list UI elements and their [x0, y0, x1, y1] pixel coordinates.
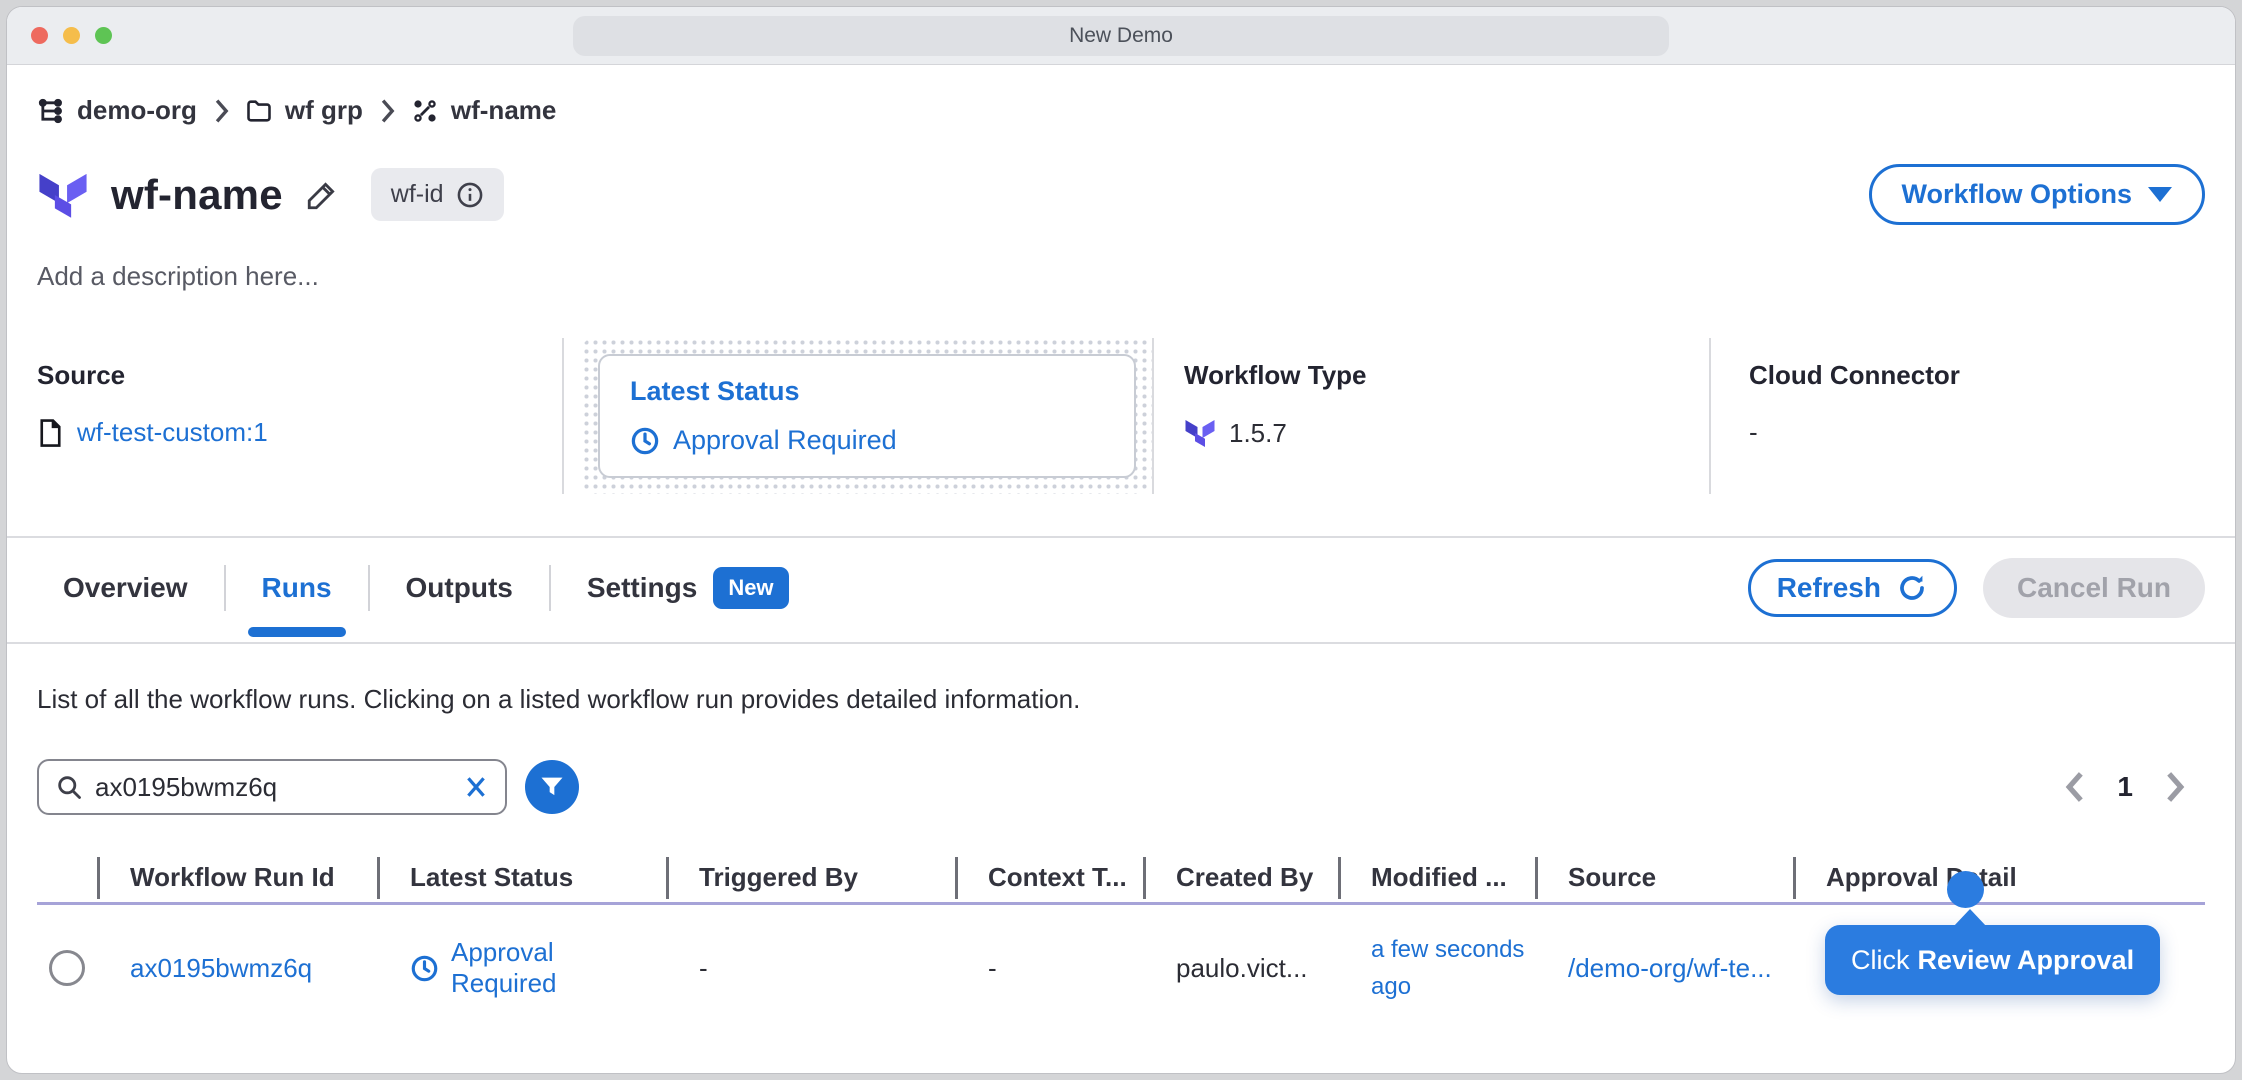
cloud-connector-value: -	[1749, 417, 1758, 448]
search-icon	[55, 773, 83, 801]
column-header: Workflow Run Id	[97, 857, 377, 899]
breadcrumb-org-label: demo-org	[77, 95, 197, 126]
chevron-right-icon	[377, 98, 397, 124]
tab-settings[interactable]: Settings New	[551, 567, 825, 609]
traffic-lights	[31, 27, 112, 44]
filter-button[interactable]	[525, 760, 579, 814]
tab-runs-label: Runs	[262, 572, 332, 604]
edit-pencil-icon[interactable]	[305, 178, 339, 212]
divider	[562, 338, 564, 494]
cancel-run-button[interactable]: Cancel Run	[1983, 558, 2205, 618]
org-icon	[37, 97, 65, 125]
terraform-logo-icon	[37, 169, 89, 221]
refresh-icon	[1896, 572, 1928, 604]
breadcrumb-workflow-label: wf-name	[451, 95, 556, 126]
pagination: 1	[2063, 771, 2187, 803]
window-title: New Demo	[573, 16, 1669, 56]
tooltip-action: Review Approval	[1918, 945, 2135, 976]
tab-overview-label: Overview	[63, 572, 188, 604]
row-triggered-by: -	[699, 953, 708, 984]
refresh-button[interactable]: Refresh	[1748, 559, 1957, 617]
column-header: Triggered By	[666, 857, 955, 899]
next-page-icon[interactable]	[2163, 771, 2187, 803]
page-number: 1	[2117, 771, 2133, 803]
terraform-small-icon	[1184, 417, 1216, 449]
breadcrumb-workflow[interactable]: wf-name	[411, 95, 556, 126]
column-header: Modified ...	[1338, 857, 1535, 899]
clock-pending-icon	[410, 954, 439, 983]
workflow-type-label: Workflow Type	[1184, 360, 1709, 391]
latest-status-card: Latest Status Approval Required	[598, 354, 1136, 478]
info-icon[interactable]	[456, 181, 484, 209]
workflow-icon	[411, 97, 439, 125]
clear-search-icon[interactable]	[463, 774, 489, 800]
cursor-indicator	[1947, 871, 1984, 908]
source-link[interactable]: wf-test-custom:1	[77, 417, 268, 448]
row-created-by: paulo.vict...	[1176, 953, 1308, 984]
table-header: Workflow Run Id Latest Status Triggered …	[37, 853, 2205, 905]
refresh-label: Refresh	[1777, 572, 1881, 604]
new-badge: New	[713, 567, 788, 609]
column-header: Source	[1535, 857, 1793, 899]
chevron-down-icon	[2148, 187, 2172, 202]
workflow-type-value: 1.5.7	[1229, 418, 1287, 449]
chevron-right-icon	[211, 98, 231, 124]
filter-funnel-icon	[538, 773, 566, 801]
click-tooltip: Click Review Approval	[1825, 925, 2160, 995]
close-window-button[interactable]	[31, 27, 48, 44]
prev-page-icon[interactable]	[2063, 771, 2087, 803]
breadcrumb: demo-org wf grp	[37, 95, 2205, 126]
workflow-id-chip: wf-id	[371, 168, 504, 221]
column-header: Created By	[1143, 857, 1338, 899]
minimize-window-button[interactable]	[63, 27, 80, 44]
tab-overview[interactable]: Overview	[37, 572, 224, 604]
clock-pending-icon	[630, 426, 660, 456]
row-source-link[interactable]: /demo-org/wf-te...	[1568, 953, 1772, 984]
breadcrumb-group-label: wf grp	[285, 95, 363, 126]
tab-outputs[interactable]: Outputs	[370, 572, 549, 604]
description-placeholder[interactable]: Add a description here...	[37, 261, 2205, 292]
app-window: New Demo demo-org	[6, 6, 2236, 1074]
tab-outputs-label: Outputs	[406, 572, 513, 604]
page-title: wf-name	[111, 171, 283, 219]
tab-runs[interactable]: Runs	[226, 572, 368, 604]
zoom-window-button[interactable]	[95, 27, 112, 44]
row-status: Approval Required	[451, 937, 666, 999]
latest-status-label: Latest Status	[630, 376, 1104, 407]
tooltip-arrow-icon	[1953, 909, 1987, 927]
cloud-connector-label: Cloud Connector	[1749, 360, 2205, 391]
source-label: Source	[37, 360, 562, 391]
folder-icon	[245, 97, 273, 125]
run-id-link[interactable]: ax0195bwmz6q	[130, 953, 312, 984]
titlebar: New Demo	[7, 7, 2235, 65]
search-input[interactable]	[95, 772, 451, 803]
row-context: -	[988, 953, 997, 984]
latest-status-value: Approval Required	[673, 425, 897, 456]
breadcrumb-org[interactable]: demo-org	[37, 95, 197, 126]
tab-settings-label: Settings	[587, 572, 697, 604]
tooltip-prefix: Click	[1851, 945, 1910, 976]
column-header: Approval Detail	[1793, 857, 2205, 899]
latest-status-highlight: Latest Status Approval Required	[582, 338, 1152, 494]
workflow-options-button[interactable]: Workflow Options	[1869, 164, 2206, 225]
workflow-id-label: wf-id	[391, 180, 444, 209]
runs-description: List of all the workflow runs. Clicking …	[37, 684, 2205, 715]
file-icon	[37, 418, 64, 448]
column-header: Latest Status	[377, 857, 666, 899]
row-radio-button[interactable]	[49, 950, 85, 986]
row-modified: a few seconds ago	[1371, 931, 1531, 1005]
workflow-options-label: Workflow Options	[1902, 179, 2133, 210]
breadcrumb-group[interactable]: wf grp	[245, 95, 363, 126]
search-box	[37, 759, 507, 815]
column-header: Context T...	[955, 857, 1143, 899]
